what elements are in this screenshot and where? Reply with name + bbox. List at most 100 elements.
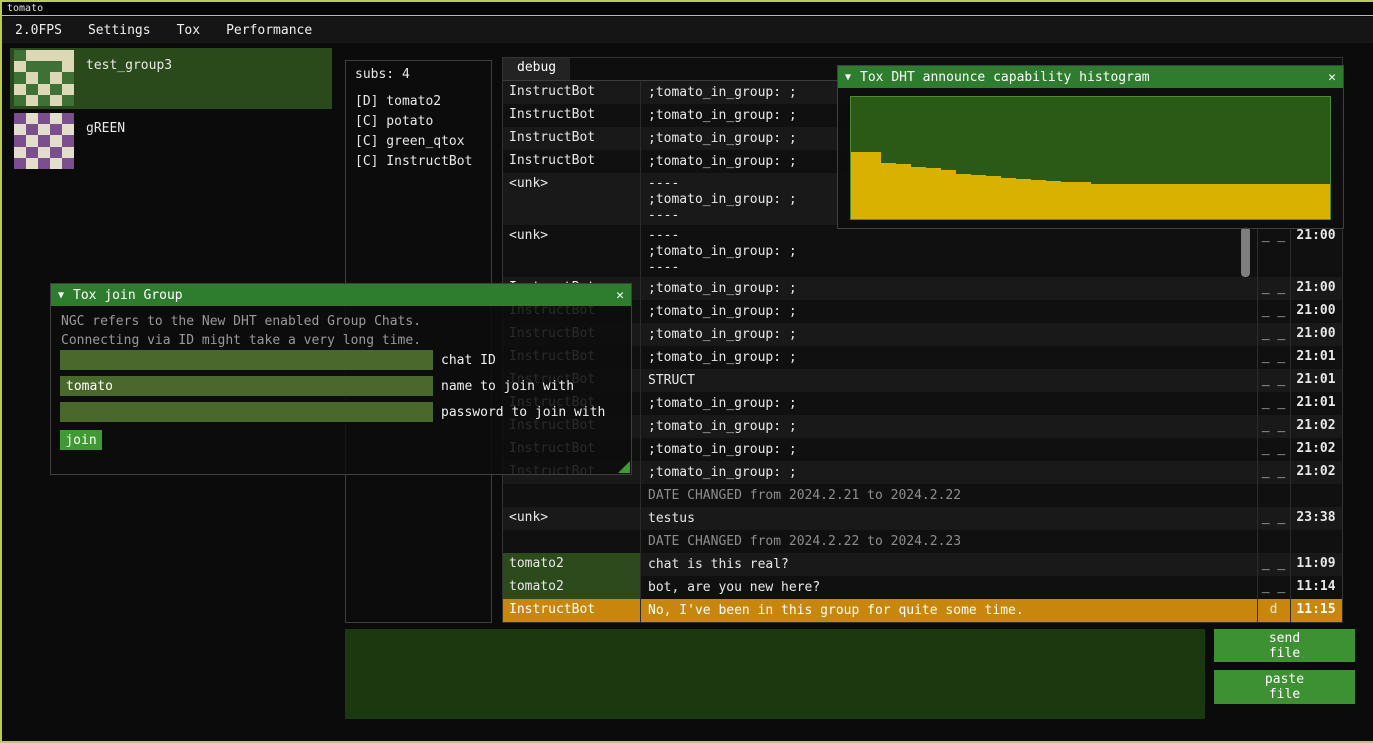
histogram-bar <box>1285 184 1300 219</box>
menu-item-settings[interactable]: Settings <box>75 17 164 43</box>
message-text: ;tomato_in_group: ; <box>640 461 1257 484</box>
message-author: tomato2 <box>503 576 640 599</box>
ngc-info-line-2: Connecting via ID might take a very long… <box>61 333 421 348</box>
chat-id-input[interactable] <box>60 350 433 370</box>
message-author: <unk> <box>503 173 640 225</box>
menubar: 2.0FPS SettingsToxPerformance <box>2 17 1373 43</box>
subs-list-item[interactable]: [D] tomato2 <box>355 92 482 112</box>
histogram-bar <box>1120 184 1135 219</box>
close-icon[interactable]: ✕ <box>616 288 624 303</box>
message-status-marks: _ _ <box>1257 392 1290 415</box>
message-timestamp: 21:02 <box>1290 461 1342 484</box>
message-text: ;tomato_in_group: ; <box>640 300 1257 323</box>
chat-message-row[interactable]: tomato2chat is this real?_ _11:09 <box>503 553 1342 576</box>
subs-list: [D] tomato2[C] potato[C] green_qtox[C] I… <box>355 92 482 172</box>
group-avatar <box>14 113 74 169</box>
histogram-bar <box>866 152 881 219</box>
message-author: InstructBot <box>503 81 640 104</box>
hist-window-titlebar[interactable]: ▼ Tox DHT announce capability histogram … <box>838 66 1343 88</box>
collapse-arrow-icon[interactable]: ▼ <box>845 72 851 83</box>
message-timestamp: 21:01 <box>1290 392 1342 415</box>
message-status-marks: _ _ <box>1257 438 1290 461</box>
subs-list-item[interactable]: [C] green_qtox <box>355 132 482 152</box>
histogram-bar <box>1150 184 1165 219</box>
message-author <box>503 484 640 507</box>
message-text: ;tomato_in_group: ; <box>640 277 1257 300</box>
histogram-bar <box>1315 184 1330 219</box>
group-item-test_group3[interactable]: test_group3 <box>10 48 332 109</box>
histogram-bar <box>1016 179 1031 219</box>
histogram-bar <box>896 164 911 219</box>
chat-message-row[interactable]: <unk>---- ;tomato_in_group: ; ----_ _21:… <box>503 225 1342 277</box>
send-file-button[interactable]: send file <box>1214 629 1355 662</box>
chat-message-row[interactable]: DATE CHANGED from 2024.2.21 to 2024.2.22 <box>503 484 1342 507</box>
message-timestamp: 11:09 <box>1290 553 1342 576</box>
message-status-marks: _ _ <box>1257 415 1290 438</box>
message-text: DATE CHANGED from 2024.2.22 to 2024.2.23 <box>640 530 1257 553</box>
chat-message-row[interactable]: <unk>testus_ _23:38 <box>503 507 1342 530</box>
subs-list-item[interactable]: [C] potato <box>355 112 482 132</box>
message-timestamp <box>1290 530 1342 553</box>
message-text: No, I've been in this group for quite so… <box>640 599 1257 622</box>
message-text: ;tomato_in_group: ; <box>640 323 1257 346</box>
column-separator <box>640 81 641 622</box>
join-name-label: name to join with <box>441 379 574 394</box>
message-timestamp: 21:00 <box>1290 225 1342 277</box>
message-timestamp: 21:02 <box>1290 415 1342 438</box>
dht-capability-histogram <box>850 96 1331 220</box>
histogram-bar <box>1076 182 1091 219</box>
join-button[interactable]: join <box>60 430 102 450</box>
chat-message-row[interactable]: tomato2bot, are you new here?_ _11:14 <box>503 576 1342 599</box>
message-text: chat is this real? <box>640 553 1257 576</box>
message-status-marks: _ _ <box>1257 461 1290 484</box>
join-name-input[interactable] <box>60 376 433 396</box>
message-author: InstructBot <box>503 599 640 622</box>
histogram-bar <box>1270 184 1285 219</box>
join-password-label: password to join with <box>441 405 605 420</box>
resize-grip[interactable] <box>618 461 630 473</box>
message-status-marks: _ _ <box>1257 369 1290 392</box>
paste-file-button[interactable]: paste file <box>1214 670 1355 704</box>
menu-item-tox[interactable]: Tox <box>164 17 213 43</box>
join-window-titlebar[interactable]: ▼ Tox join Group ✕ <box>51 284 631 306</box>
message-status-marks: _ _ <box>1257 277 1290 300</box>
histogram-bar <box>1225 184 1240 219</box>
group-item-gREEN[interactable]: gREEN <box>10 111 332 172</box>
message-timestamp: 21:00 <box>1290 300 1342 323</box>
chat-message-row[interactable]: DATE CHANGED from 2024.2.22 to 2024.2.23 <box>503 530 1342 553</box>
histogram-bar <box>1300 184 1315 219</box>
histogram-bar <box>1135 184 1150 219</box>
histogram-bar <box>911 167 926 219</box>
chat-message-row[interactable]: InstructBotNo, I've been in this group f… <box>503 599 1342 622</box>
menu-item-performance[interactable]: Performance <box>213 17 325 43</box>
join-password-input[interactable] <box>60 402 433 422</box>
message-status-marks: _ _ <box>1257 576 1290 599</box>
message-timestamp: 21:01 <box>1290 369 1342 392</box>
histogram-bar <box>1105 184 1120 219</box>
collapse-arrow-icon[interactable]: ▼ <box>58 290 64 301</box>
message-author: tomato2 <box>503 553 640 576</box>
close-icon[interactable]: ✕ <box>1328 70 1336 85</box>
message-status-marks: _ _ <box>1257 553 1290 576</box>
chat-id-label: chat ID <box>441 353 496 368</box>
message-status-marks: _ _ <box>1257 225 1290 277</box>
histogram-bar <box>881 163 896 219</box>
histogram-bar <box>1001 178 1016 219</box>
histogram-bar <box>1240 184 1255 219</box>
tab-debug[interactable]: debug <box>503 58 570 80</box>
chat-scrollbar-thumb[interactable] <box>1241 227 1250 277</box>
message-timestamp: 21:00 <box>1290 277 1342 300</box>
histogram-bar <box>1061 182 1076 219</box>
group-name: test_group3 <box>86 58 172 73</box>
message-text: ;tomato_in_group: ; <box>640 346 1257 369</box>
message-status-marks: _ _ <box>1257 346 1290 369</box>
histogram-bar <box>956 174 971 219</box>
message-timestamp: 11:15 <box>1290 599 1342 622</box>
message-text: ---- ;tomato_in_group: ; ---- <box>640 225 1257 277</box>
histogram-bar <box>1046 181 1061 219</box>
join-group-window: ▼ Tox join Group ✕ NGC refers to the New… <box>50 283 632 475</box>
histogram-bar <box>941 170 956 219</box>
subs-list-item[interactable]: [C] InstructBot <box>355 152 482 172</box>
message-input[interactable] <box>345 629 1205 719</box>
histogram-bar <box>1091 184 1106 219</box>
